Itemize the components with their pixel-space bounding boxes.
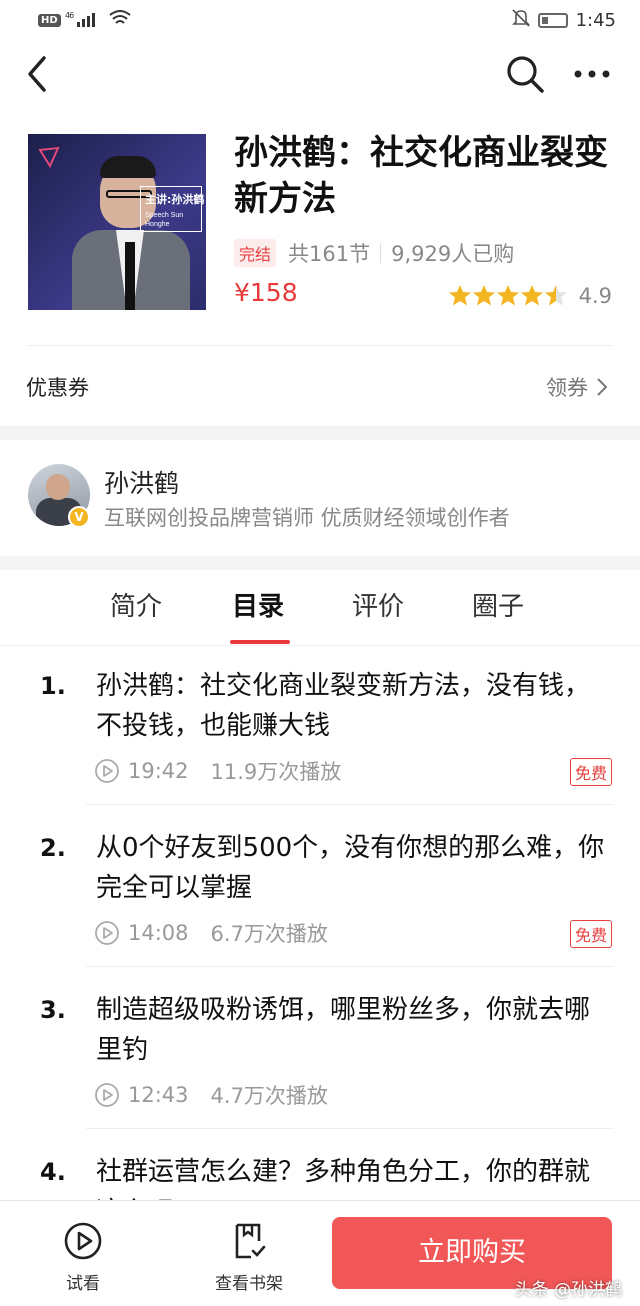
trial-button[interactable]: 试看 xyxy=(38,1221,128,1294)
cover-triangle-icon xyxy=(38,146,60,169)
lesson-duration: 19:42 xyxy=(128,759,189,783)
back-icon[interactable] xyxy=(20,54,56,94)
course-title: 孙洪鹤：社交化商业裂变新方法 xyxy=(234,133,608,219)
play-circle-icon xyxy=(64,1222,102,1260)
status-badge: 完结 xyxy=(234,239,277,267)
tab-reviews[interactable]: 评价 xyxy=(352,586,404,623)
bookshelf-icon xyxy=(235,1223,266,1259)
rating: 4.9 xyxy=(448,284,612,308)
coupon-label: 优惠券 xyxy=(26,376,89,400)
cover-speaker-label-en: Speech Sun Honghe xyxy=(145,212,184,228)
tab-bar: 简介 目录 评价 圈子 xyxy=(0,572,640,646)
more-dots-icon[interactable] xyxy=(572,56,612,92)
bookshelf-label: 查看书架 xyxy=(215,1274,283,1294)
tab-catalog[interactable]: 目录 xyxy=(232,586,284,623)
get-coupon-label: 领券 xyxy=(546,376,588,400)
section-gap xyxy=(0,556,640,570)
active-tab-indicator xyxy=(230,640,290,644)
play-circle-icon xyxy=(95,759,119,783)
search-icon[interactable] xyxy=(504,53,546,95)
meta-divider xyxy=(380,243,382,263)
lesson-title: 孙洪鹤：社交化商业裂变新方法，没有钱，不投钱，也能赚大钱 xyxy=(96,671,591,741)
play-circle-icon xyxy=(95,1083,119,1107)
hd-icon: HD xyxy=(38,14,61,27)
section-gap xyxy=(0,426,640,440)
course-price: ¥158 xyxy=(234,278,298,307)
mute-bell-icon xyxy=(511,8,530,33)
clock: 1:45 xyxy=(575,10,616,31)
play-circle-icon xyxy=(95,921,119,945)
lesson-divider xyxy=(86,1128,614,1129)
tab-intro[interactable]: 简介 xyxy=(110,586,162,623)
course-cover-image[interactable]: 主讲:孙洪鹤 Speech Sun Honghe xyxy=(28,134,206,310)
lesson-info: 19:42 11.9万次播放 xyxy=(94,756,341,786)
lesson-title: 从0个好友到500个，没有你想的那么难，你完全可以掌握 xyxy=(96,833,605,903)
author-name: 孙洪鹤 xyxy=(104,469,180,498)
coupon-row[interactable]: 优惠券 领券 xyxy=(0,348,640,424)
cover-speaker-label: 主讲:孙洪鹤 xyxy=(145,193,205,206)
chevron-right-icon xyxy=(597,378,608,396)
lesson-count: 共161节 xyxy=(288,242,371,266)
status-left: HD 46 xyxy=(38,9,131,32)
lesson-number: 1. xyxy=(40,672,66,700)
cover-tie xyxy=(125,242,135,310)
signal-icon: 46 xyxy=(65,10,105,32)
lesson-plays: 4.7万次播放 xyxy=(210,1084,328,1108)
author-card[interactable]: V 孙洪鹤 互联网创投品牌营销师 优质财经领域创作者 xyxy=(0,440,640,558)
watermark: 头条 @孙洪鹤 xyxy=(514,1280,622,1300)
cover-hair xyxy=(100,156,156,178)
top-nav xyxy=(0,40,640,110)
status-bar: HD 46 1:45 xyxy=(0,0,640,40)
lesson-info: 12:43 4.7万次播放 xyxy=(94,1080,328,1110)
lesson-divider xyxy=(86,804,614,805)
lesson-plays: 11.9万次播放 xyxy=(210,760,342,784)
course-header: 主讲:孙洪鹤 Speech Sun Honghe 孙洪鹤：社交化商业裂变新方法 … xyxy=(0,130,640,310)
free-badge: 免费 xyxy=(569,758,612,786)
free-badge: 免费 xyxy=(569,920,612,948)
lesson-info: 14:08 6.7万次播放 xyxy=(94,918,328,948)
status-right: 1:45 xyxy=(511,8,616,33)
lesson-duration: 14:08 xyxy=(128,921,189,945)
tab-circle[interactable]: 圈子 xyxy=(472,586,524,623)
author-description: 互联网创投品牌营销师 优质财经领域创作者 xyxy=(104,506,510,530)
lesson-plays: 6.7万次播放 xyxy=(210,922,328,946)
buyer-count: 9,929人已购 xyxy=(391,242,515,266)
divider xyxy=(28,345,612,346)
svg-text:46: 46 xyxy=(65,11,74,20)
trial-label: 试看 xyxy=(66,1274,100,1294)
get-coupon-link[interactable]: 领券 xyxy=(546,372,608,402)
rating-score: 4.9 xyxy=(578,284,612,308)
cover-speaker-tag: 主讲:孙洪鹤 Speech Sun Honghe xyxy=(140,186,205,232)
rating-stars-icon xyxy=(448,285,567,306)
avatar-face xyxy=(46,474,70,500)
bottom-action-bar: 试看 查看书架 立即购买 头条 @孙洪鹤 xyxy=(0,1200,640,1306)
lesson-duration: 12:43 xyxy=(128,1083,189,1107)
course-meta: 完结 共161节 9,929人已购 xyxy=(234,238,514,268)
lesson-number: 4. xyxy=(40,1158,66,1186)
lesson-number: 3. xyxy=(40,996,66,1024)
battery-icon xyxy=(537,13,568,28)
lesson-divider xyxy=(86,966,614,967)
verified-badge-icon: V xyxy=(68,506,90,528)
lesson-title: 制造超级吸粉诱饵，哪里粉丝多，你就去哪里钓 xyxy=(96,995,591,1065)
bookshelf-button[interactable]: 查看书架 xyxy=(204,1221,294,1294)
wifi-icon xyxy=(109,9,131,32)
lesson-number: 2. xyxy=(40,834,66,862)
